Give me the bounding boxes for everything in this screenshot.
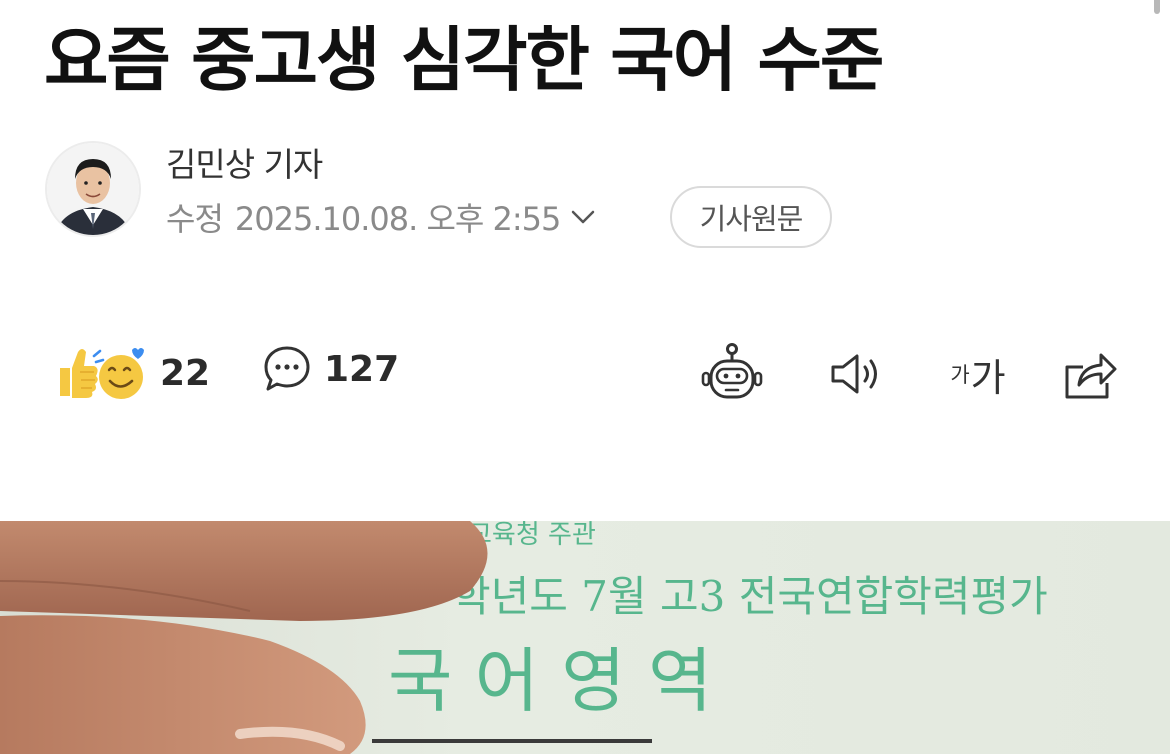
reporter-name[interactable]: 김민상 기자 <box>166 138 323 186</box>
reaction-button[interactable]: 22 <box>52 344 210 402</box>
chevron-down-icon[interactable] <box>570 208 596 230</box>
robot-icon <box>701 343 763 399</box>
photo-exam-text-3: 국 어 영 역 <box>388 640 712 722</box>
article-photo[interactable]: 교육청 주관 학년도 7월 고3 전국연합학력평가 국 어 영 역 <box>0 521 1170 754</box>
comment-bubble-icon <box>264 346 310 391</box>
photo-exam-text-2: 학년도 7월 고3 전국연합학력평가 <box>452 572 1048 621</box>
article-date-row[interactable]: 수정 2025.10.08. 오후 2:55 <box>166 192 596 242</box>
article-headline: 요즘 중고생 심각한 국어 수준 <box>44 19 884 101</box>
original-article-button[interactable]: 기사원문 <box>670 186 832 248</box>
font-size-large-label: 가 <box>970 355 1006 400</box>
date-prefix: 수정 <box>166 200 224 238</box>
font-size-button[interactable]: 가 가 <box>940 338 1016 410</box>
comment-button[interactable]: 127 <box>262 344 399 394</box>
scroll-indicator[interactable] <box>1154 0 1160 14</box>
photo-exam-text-1: 교육청 주관 <box>468 521 596 550</box>
font-size-small-label: 가 <box>950 363 970 387</box>
reaction-count: 22 <box>160 352 211 394</box>
reporter-avatar[interactable] <box>45 141 141 237</box>
read-aloud-button[interactable] <box>824 338 888 410</box>
article-date: 2025.10.08. 오후 2:55 <box>234 200 561 238</box>
share-button[interactable] <box>1058 338 1122 410</box>
reaction-emoji-icon <box>60 348 144 399</box>
ai-summary-button[interactable] <box>696 338 768 410</box>
share-icon <box>1065 353 1117 399</box>
comment-count: 127 <box>324 348 400 390</box>
speaker-icon <box>831 354 877 394</box>
